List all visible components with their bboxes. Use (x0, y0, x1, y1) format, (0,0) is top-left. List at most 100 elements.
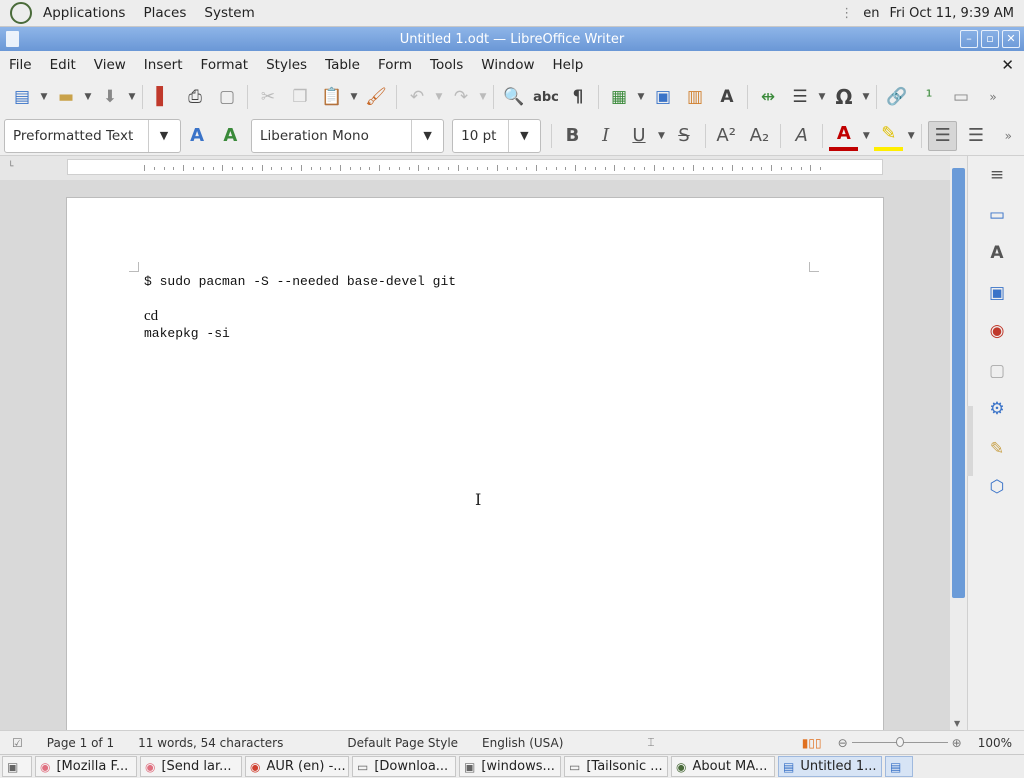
cut-icon[interactable]: ✂ (255, 84, 281, 110)
insert-image-icon[interactable]: ▣ (650, 84, 676, 110)
insert-textbox-icon[interactable]: A (714, 84, 740, 110)
open-folder-icon[interactable]: ▬ (53, 84, 79, 110)
menu-form[interactable]: Form (369, 57, 421, 73)
workspace-switcher[interactable]: ▤ (885, 756, 913, 777)
redo-icon[interactable]: ↷ (448, 84, 474, 110)
scrollbar-thumb[interactable] (952, 168, 965, 598)
styles-icon[interactable]: A (984, 240, 1010, 266)
scroll-down-icon[interactable]: ▼ (954, 719, 960, 728)
text-line-1[interactable]: $ sudo pacman -S --needed base-devel git (144, 274, 456, 289)
clear-formatting-icon[interactable]: A (787, 121, 816, 151)
field-dropdown-icon[interactable]: ▼ (816, 84, 828, 110)
paste-icon[interactable]: 📋 (319, 84, 345, 110)
vertical-scrollbar[interactable]: ▼ (950, 156, 967, 730)
chevron-down-icon[interactable]: ▼ (507, 119, 540, 152)
insert-page-break-icon[interactable]: ⇹ (755, 84, 781, 110)
close-document-icon[interactable]: ✕ (1001, 56, 1014, 74)
bold-icon[interactable]: B (558, 121, 587, 151)
clone-formatting-icon[interactable]: 🖌 (363, 84, 389, 110)
new-document-icon[interactable]: ▤ (9, 84, 35, 110)
hyperlink-icon[interactable]: 🔗 (884, 84, 910, 110)
spelling-icon[interactable]: abc (533, 84, 559, 110)
highlight-color-icon[interactable]: ✎ (874, 121, 904, 151)
menu-tools[interactable]: Tools (421, 57, 472, 73)
minimize-button[interactable]: – (960, 30, 978, 48)
menu-file[interactable]: File (0, 57, 41, 73)
find-replace-icon[interactable]: 🔍 (501, 84, 527, 110)
undo-icon[interactable]: ↶ (404, 84, 430, 110)
special-character-icon[interactable]: Ω (831, 84, 857, 110)
zoom-in-icon[interactable]: ⊕ (948, 736, 966, 750)
task-windows[interactable]: ▣ [windows... (459, 756, 561, 777)
open-dropdown-icon[interactable]: ▼ (82, 84, 94, 110)
toolbar-overflow-icon[interactable]: » (996, 123, 1021, 149)
special-char-dropdown-icon[interactable]: ▼ (860, 84, 872, 110)
clock[interactable]: Fri Oct 11, 9:39 AM (890, 6, 1014, 21)
copy-icon[interactable]: ❐ (287, 84, 313, 110)
font-size-combo[interactable]: 10 pt ▼ (452, 118, 541, 153)
comment-icon[interactable]: ▭ (948, 84, 974, 110)
save-dropdown-icon[interactable]: ▼ (126, 84, 138, 110)
task-firefox-1[interactable]: ◉ [Mozilla F... (35, 756, 137, 777)
sidebar-menu-icon[interactable]: ≡ (984, 162, 1010, 188)
task-downloads[interactable]: ▭ [Downloa... (352, 756, 456, 777)
strikethrough-icon[interactable]: S (669, 121, 698, 151)
close-window-button[interactable]: ✕ (1002, 30, 1020, 48)
menu-table[interactable]: Table (316, 57, 369, 73)
style-inspector-icon[interactable]: ⚙ (984, 396, 1010, 422)
gallery-icon[interactable]: ▣ (984, 280, 1010, 306)
italic-icon[interactable]: I (591, 121, 620, 151)
underline-dropdown-icon[interactable]: ▼ (656, 123, 668, 149)
tab-stop-type-icon[interactable]: └ (8, 162, 13, 172)
applications-menu[interactable]: Applications (34, 5, 134, 21)
task-tailsonic[interactable]: ▭ [Tailsonic ... (564, 756, 668, 777)
task-firefox-2[interactable]: ◉ [Send lar... (140, 756, 242, 777)
insert-chart-icon[interactable]: ▥ (682, 84, 708, 110)
menu-insert[interactable]: Insert (135, 57, 192, 73)
text-line-2[interactable]: cd (144, 308, 158, 325)
align-left-icon[interactable]: ☰ (928, 120, 958, 151)
superscript-icon[interactable]: A² (712, 121, 741, 151)
print-icon[interactable]: ⎙ (182, 84, 208, 110)
chevron-down-icon[interactable]: ▼ (411, 119, 443, 152)
sidebar-collapse-handle[interactable] (967, 406, 973, 476)
menu-view[interactable]: View (85, 57, 135, 73)
menu-window[interactable]: Window (472, 57, 543, 73)
menu-help[interactable]: Help (544, 57, 593, 73)
new-style-icon[interactable]: A (216, 121, 245, 151)
view-layout-icon[interactable]: ▮▯▯ (790, 736, 834, 750)
menu-format[interactable]: Format (192, 57, 258, 73)
redo-dropdown-icon[interactable]: ▼ (477, 84, 489, 110)
export-pdf-icon[interactable]: ▌ (150, 84, 176, 110)
maximize-button[interactable]: ▫ (981, 30, 999, 48)
page-number[interactable]: Page 1 of 1 (35, 736, 126, 750)
menu-styles[interactable]: Styles (257, 57, 316, 73)
new-dropdown-icon[interactable]: ▼ (38, 84, 50, 110)
insert-table-icon[interactable]: ▦ (606, 84, 632, 110)
insert-field-icon[interactable]: ☰ (787, 84, 813, 110)
navigator-icon[interactable]: ◉ (984, 318, 1010, 344)
table-dropdown-icon[interactable]: ▼ (635, 84, 647, 110)
zoom-level[interactable]: 100% (966, 736, 1024, 750)
subscript-icon[interactable]: A₂ (745, 121, 774, 151)
save-icon[interactable]: ⬇ (97, 84, 123, 110)
task-chrome[interactable]: ◉ AUR (en) -... (245, 756, 349, 777)
design-icon[interactable]: ⬡ (984, 474, 1010, 500)
keyboard-layout[interactable]: en (863, 6, 879, 21)
horizontal-ruler[interactable] (67, 159, 883, 175)
footnote-icon[interactable]: ¹ (916, 84, 942, 110)
font-color-dropdown-icon[interactable]: ▼ (860, 123, 872, 149)
task-writer[interactable]: ▤ Untitled 1... (778, 756, 882, 777)
places-menu[interactable]: Places (134, 5, 195, 21)
system-menu[interactable]: System (195, 5, 263, 21)
undo-dropdown-icon[interactable]: ▼ (433, 84, 445, 110)
selection-mode-icon[interactable]: ⌶ (635, 735, 666, 750)
chevron-down-icon[interactable]: ▼ (147, 119, 180, 152)
show-desktop-button[interactable]: ▣ (2, 756, 32, 777)
text-line-3[interactable]: makepkg -si (144, 326, 230, 341)
font-color-icon[interactable]: A (829, 121, 859, 151)
page-style[interactable]: Default Page Style (335, 736, 470, 750)
page-icon[interactable]: ▢ (984, 358, 1010, 384)
font-name-combo[interactable]: Liberation Mono ▼ (251, 118, 445, 153)
underline-icon[interactable]: U (624, 121, 653, 151)
